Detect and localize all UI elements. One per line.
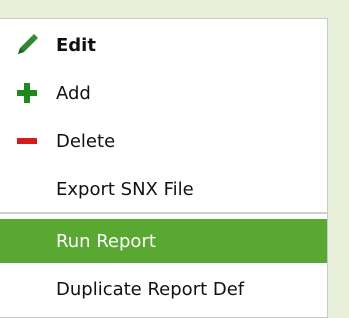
minus-icon <box>14 128 40 154</box>
menu-item-add[interactable]: Add <box>0 71 327 115</box>
menu-item-label: Edit <box>56 34 96 56</box>
menu-item-label: Duplicate Report Def <box>56 278 245 300</box>
pencil-icon <box>14 32 40 58</box>
menu-item-label: Delete <box>56 130 116 152</box>
screenshot-stage: Edit Add Delete Export SNX File Run Repo… <box>0 0 349 318</box>
menu-item-duplicate-report-def[interactable]: Duplicate Report Def <box>0 267 327 311</box>
menu-separator <box>0 212 327 214</box>
menu-item-edit[interactable]: Edit <box>0 23 327 67</box>
menu-item-label: Export SNX File <box>56 178 194 200</box>
menu-item-label: Add <box>56 82 91 104</box>
menu-item-delete[interactable]: Delete <box>0 119 327 163</box>
menu-item-export-snx[interactable]: Export SNX File <box>0 167 327 211</box>
plus-icon <box>14 80 40 106</box>
context-menu: Edit Add Delete Export SNX File Run Repo… <box>0 18 328 318</box>
menu-item-run-report[interactable]: Run Report <box>0 219 327 263</box>
menu-item-label: Run Report <box>56 230 156 252</box>
